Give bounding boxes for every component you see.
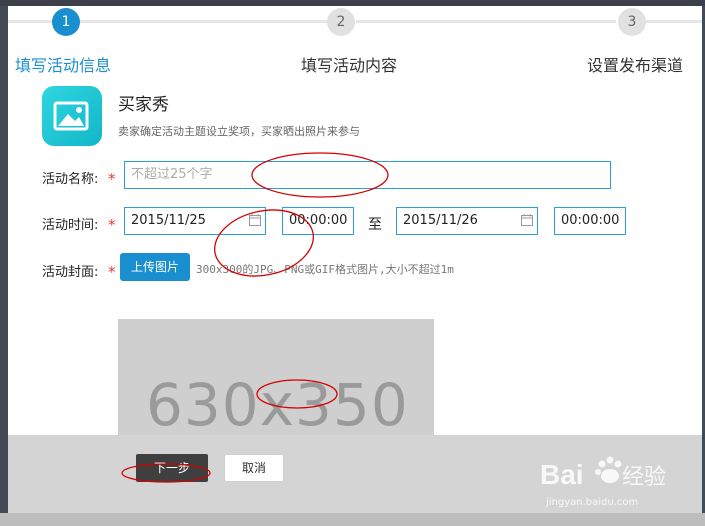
annotation-ellipse — [251, 152, 389, 198]
watermark-url: jingyan.baidu.com — [546, 497, 639, 508]
annotation-ellipse — [121, 463, 211, 483]
svg-text:经验: 经验 — [622, 465, 666, 490]
annotation-ellipse — [256, 379, 338, 409]
annotation-overlay — [121, 152, 389, 483]
annotation-ellipse — [213, 209, 315, 277]
svg-text:Bai: Bai — [540, 459, 584, 490]
